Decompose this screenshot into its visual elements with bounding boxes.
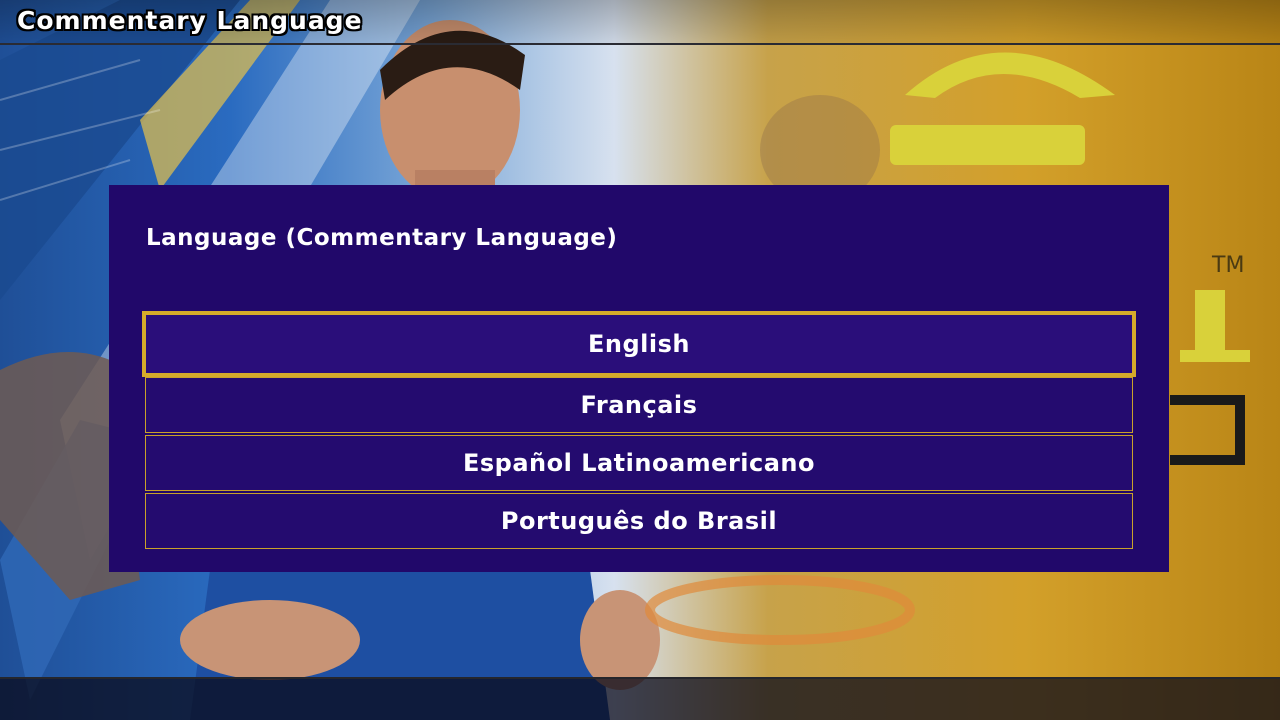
page-title: Commentary Language xyxy=(17,6,363,35)
option-label: Français xyxy=(580,391,698,419)
option-label: Español Latinoamericano xyxy=(462,449,815,477)
language-option-english[interactable]: English xyxy=(142,311,1136,377)
option-label: Português do Brasil xyxy=(500,507,778,535)
option-label: English xyxy=(588,330,690,358)
language-option-espanol-latinoamericano[interactable]: Español Latinoamericano xyxy=(145,435,1133,491)
language-option-francais[interactable]: Français xyxy=(145,377,1133,433)
dialog-title: Language (Commentary Language) xyxy=(146,225,618,251)
header-divider xyxy=(0,43,1280,45)
language-option-list: English Français Español Latinoamericano… xyxy=(142,311,1136,551)
language-dialog: Language (Commentary Language) English F… xyxy=(109,185,1169,572)
game-screen: TM Commentary Language Language (Comment… xyxy=(0,0,1280,720)
footer-bar xyxy=(0,677,1280,720)
language-option-portugues-do-brasil[interactable]: Português do Brasil xyxy=(145,493,1133,549)
svg-text:TM: TM xyxy=(1211,253,1244,278)
